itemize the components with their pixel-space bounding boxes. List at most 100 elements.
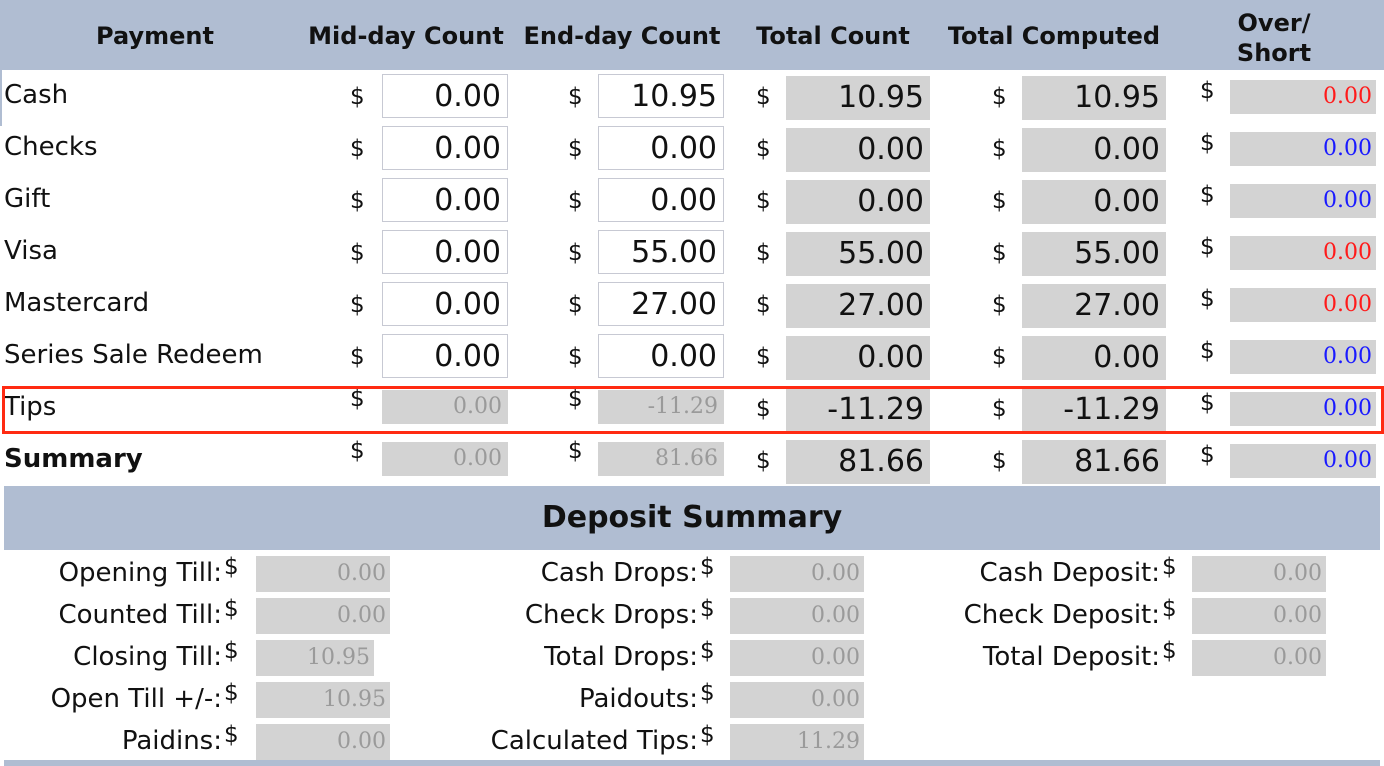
currency-symbol: $ xyxy=(1200,338,1215,364)
currency-symbol: $ xyxy=(568,292,583,318)
currency-symbol: $ xyxy=(1200,234,1215,260)
row-label: Gift xyxy=(4,184,51,214)
currency-symbol: $ xyxy=(992,240,1007,266)
currency-symbol: $ xyxy=(224,596,239,622)
total-count-value: 0.00 xyxy=(786,336,930,380)
midday-count-input: 0.00 xyxy=(382,442,508,476)
total-computed-value: 55.00 xyxy=(1022,232,1166,276)
endday-count-input[interactable]: 0.00 xyxy=(598,126,724,170)
currency-symbol: $ xyxy=(992,188,1007,214)
currency-symbol: $ xyxy=(756,292,771,318)
midday-count-input[interactable]: 0.00 xyxy=(382,74,508,118)
currency-symbol: $ xyxy=(756,240,771,266)
over-short-value: 0.00 xyxy=(1230,80,1376,114)
over-short-value: 0.00 xyxy=(1230,340,1376,374)
open-till-value: 10.95 xyxy=(256,682,390,718)
total-computed-value: 0.00 xyxy=(1022,128,1166,172)
deposit-summary-title: Deposit Summary xyxy=(4,486,1380,550)
currency-symbol: $ xyxy=(568,344,583,370)
row-label: Cash xyxy=(4,80,69,110)
opening-till-value: 0.00 xyxy=(256,556,390,592)
header-over-short: Over/ Short xyxy=(1214,8,1334,68)
midday-count-input[interactable]: 0.00 xyxy=(382,230,508,274)
row-label: Summary xyxy=(4,444,143,474)
header-endday-count: End-day Count xyxy=(523,22,721,50)
currency-symbol: $ xyxy=(350,136,365,162)
currency-symbol: $ xyxy=(568,188,583,214)
endday-count-input[interactable]: 0.00 xyxy=(598,178,724,222)
payment-row-summary: Summary $0.00 $81.66 $81.66 $81.66 $0.00 xyxy=(0,434,1384,486)
total-count-value: 10.95 xyxy=(786,76,930,120)
total-computed-value: 0.00 xyxy=(1022,336,1166,380)
payment-row-series-sale-redeem: Series Sale Redeem $0.00 $0.00 $0.00 $0.00 $0… xyxy=(0,330,1384,382)
currency-symbol: $ xyxy=(700,680,715,706)
total-computed-value: 27.00 xyxy=(1022,284,1166,328)
over-short-value: 0.00 xyxy=(1230,444,1376,478)
payment-row-mastercard: Mastercard $0.00 $27.00 $27.00 $27.00 $0.00 xyxy=(0,278,1384,330)
currency-symbol: $ xyxy=(568,438,583,464)
row-label: Checks xyxy=(4,132,98,162)
paidins-value: 0.00 xyxy=(256,724,390,760)
currency-symbol: $ xyxy=(756,344,771,370)
total-deposit-value: 0.00 xyxy=(1192,640,1326,676)
midday-count-input[interactable]: 0.00 xyxy=(382,126,508,170)
currency-symbol: $ xyxy=(350,292,365,318)
cash-drops-label: Cash Drops: xyxy=(540,558,698,588)
currency-symbol: $ xyxy=(700,722,715,748)
total-drops-value: 0.00 xyxy=(730,640,864,676)
check-deposit-value: 0.00 xyxy=(1192,598,1326,634)
currency-symbol: $ xyxy=(350,438,365,464)
midday-count-input[interactable]: 0.00 xyxy=(382,334,508,378)
currency-symbol: $ xyxy=(1162,638,1177,664)
over-short-value: 0.00 xyxy=(1230,288,1376,322)
currency-symbol: $ xyxy=(350,344,365,370)
currency-symbol: $ xyxy=(756,448,771,474)
currency-symbol: $ xyxy=(700,596,715,622)
check-drops-value: 0.00 xyxy=(730,598,864,634)
endday-count-input[interactable]: 0.00 xyxy=(598,334,724,378)
total-computed-value: 10.95 xyxy=(1022,76,1166,120)
counted-till-value: 0.00 xyxy=(256,598,390,634)
currency-symbol: $ xyxy=(992,448,1007,474)
total-computed-value: 81.66 xyxy=(1022,440,1166,484)
currency-symbol: $ xyxy=(224,554,239,580)
open-till-label: Open Till +/-: xyxy=(50,684,222,714)
currency-symbol: $ xyxy=(992,344,1007,370)
currency-symbol: $ xyxy=(1162,554,1177,580)
currency-symbol: $ xyxy=(756,84,771,110)
check-drops-label: Check Drops: xyxy=(524,600,698,630)
total-computed-value: 0.00 xyxy=(1022,180,1166,224)
payment-row-gift: Gift $0.00 $0.00 $0.00 $0.00 $0.00 xyxy=(0,174,1384,226)
total-count-value: 81.66 xyxy=(786,440,930,484)
currency-symbol: $ xyxy=(1200,286,1215,312)
calculated-tips-label: Calculated Tips: xyxy=(490,726,698,756)
over-short-value: 0.00 xyxy=(1230,184,1376,218)
total-deposit-label: Total Deposit: xyxy=(982,642,1160,672)
total-drops-label: Total Drops: xyxy=(544,642,698,672)
counted-till-label: Counted Till: xyxy=(58,600,223,630)
currency-symbol: $ xyxy=(224,638,239,664)
currency-symbol: $ xyxy=(224,722,239,748)
paidouts-label: Paidouts: xyxy=(578,684,698,714)
endday-count-input[interactable]: 10.95 xyxy=(598,74,724,118)
currency-symbol: $ xyxy=(224,680,239,706)
calculated-tips-value: 11.29 xyxy=(730,724,864,760)
midday-count-input[interactable]: 0.00 xyxy=(382,282,508,326)
tips-row-highlight xyxy=(2,386,1384,434)
currency-symbol: $ xyxy=(756,136,771,162)
payment-row-visa: Visa $0.00 $55.00 $55.00 $55.00 $0.00 xyxy=(0,226,1384,278)
currency-symbol: $ xyxy=(568,136,583,162)
over-short-value: 0.00 xyxy=(1230,132,1376,166)
cash-deposit-label: Cash Deposit: xyxy=(979,558,1160,588)
endday-count-input[interactable]: 55.00 xyxy=(598,230,724,274)
total-count-value: 27.00 xyxy=(786,284,930,328)
total-count-value: 55.00 xyxy=(786,232,930,276)
currency-symbol: $ xyxy=(1162,596,1177,622)
payment-row-checks: Checks $0.00 $0.00 $0.00 $0.00 $0.00 xyxy=(0,122,1384,174)
midday-count-input[interactable]: 0.00 xyxy=(382,178,508,222)
opening-till-label: Opening Till: xyxy=(58,558,222,588)
header-over-short-line2: Short xyxy=(1236,39,1312,67)
paidouts-value: 0.00 xyxy=(730,682,864,718)
header-payment: Payment xyxy=(96,22,214,50)
endday-count-input[interactable]: 27.00 xyxy=(598,282,724,326)
